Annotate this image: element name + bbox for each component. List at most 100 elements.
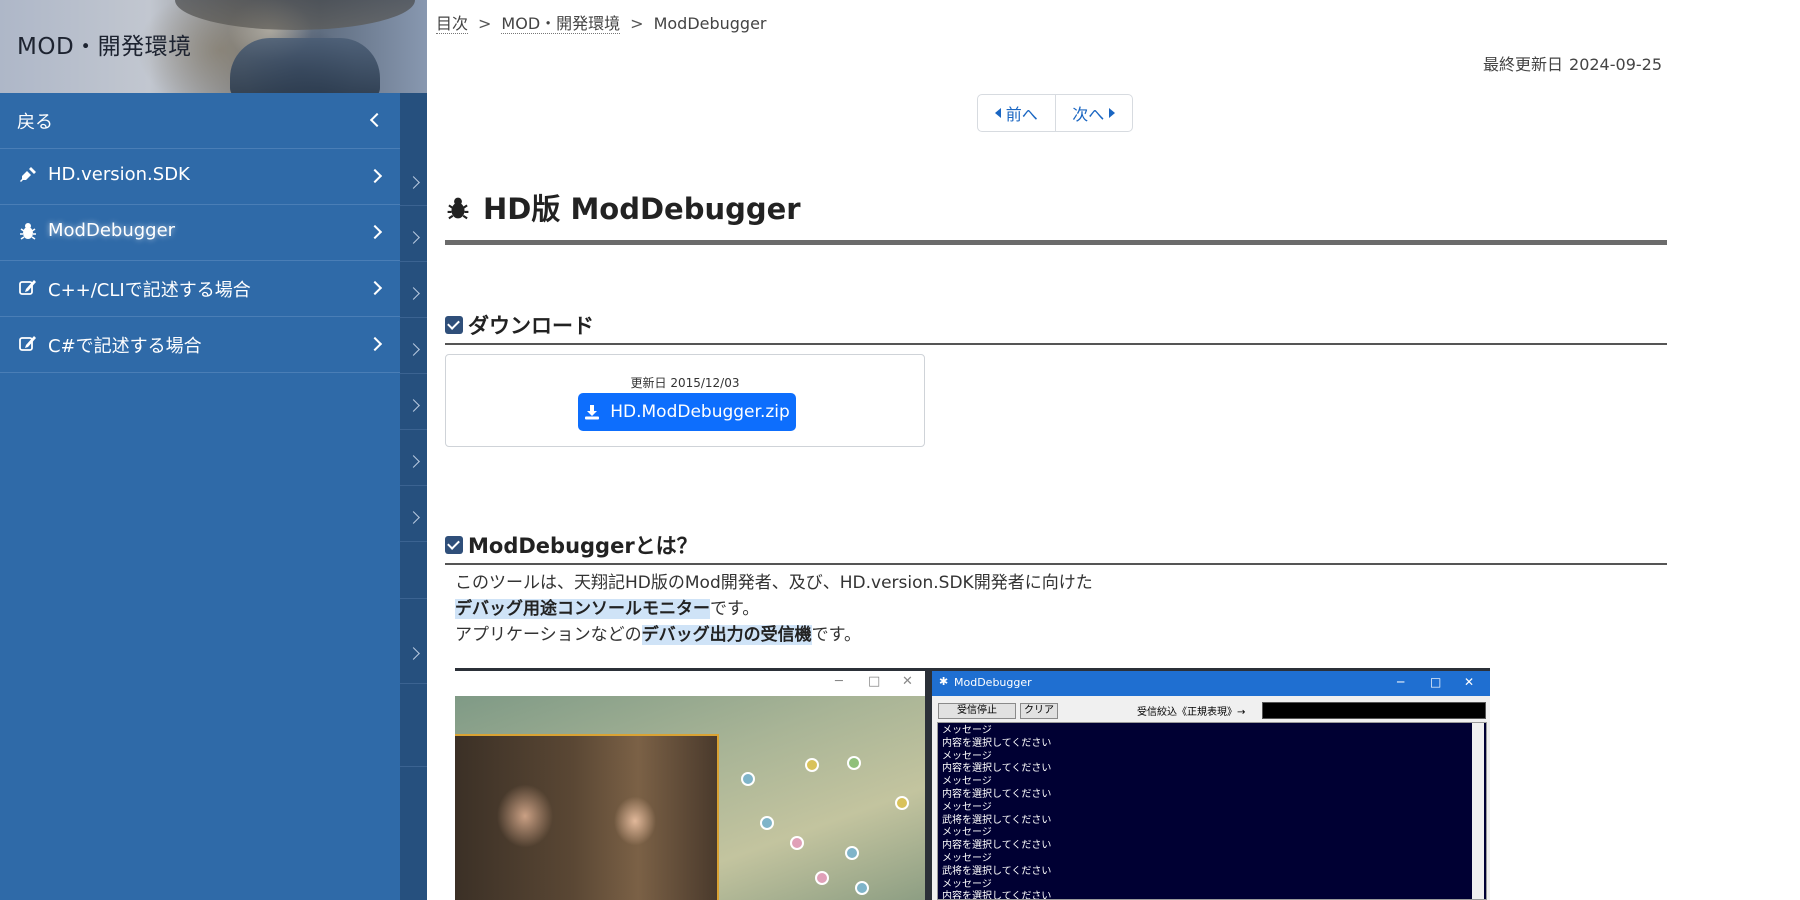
rail-divider	[400, 373, 427, 374]
map-node	[815, 871, 829, 885]
debug-console-output: メッセージ 内容を選択してください メッセージ 内容を選択してください メッセージ 内容を…	[937, 722, 1487, 900]
console-line: 内容を選択してください	[942, 763, 1052, 775]
download-panel: 更新日 2015/12/03 HD.ModDebugger.zip	[445, 354, 925, 447]
sidebar-item-moddebugger[interactable]: ModDebugger	[0, 205, 400, 261]
site-title[interactable]: MOD・開発環境	[17, 27, 192, 61]
sidebar: MOD・開発環境 戻る HD.version.SDK ModDebugger C…	[0, 0, 427, 900]
console-line: メッセージ	[942, 750, 992, 762]
game-window-image: ─ □ ✕	[455, 671, 925, 900]
clear-button: クリア	[1020, 703, 1058, 719]
console-line: 内容を選択してください	[942, 891, 1052, 900]
chevron-right-icon	[367, 168, 383, 184]
debugger-window-image: ✱ ModDebugger ─ □ ✕ 受信停止 クリア 受信絞込《正規表現》→…	[932, 671, 1490, 900]
sidebar-item-cpp-cli[interactable]: C++/CLIで記述する場合	[0, 261, 400, 317]
console-line: メッセージ	[942, 776, 992, 788]
maximize-icon: □	[868, 674, 881, 689]
rail-divider	[400, 766, 427, 767]
debugger-window-title: ModDebugger	[954, 676, 1032, 689]
prev-page-button[interactable]: 前へ	[978, 95, 1055, 131]
intro-text: アプリケーションなどの	[455, 625, 642, 645]
chevron-right-icon[interactable]	[407, 511, 420, 524]
edit-icon	[17, 277, 39, 299]
breadcrumb-current: ModDebugger	[653, 14, 767, 33]
breadcrumb-separator: >	[478, 14, 492, 33]
map-node	[845, 846, 859, 860]
rail-divider	[400, 485, 427, 486]
rail-divider	[400, 429, 427, 430]
console-line: メッセージ	[942, 725, 992, 736]
sidebar-item-hd-version-sdk[interactable]: HD.version.SDK	[0, 149, 400, 205]
page-title: HD版 ModDebugger	[445, 186, 1667, 245]
breadcrumb-link-toc[interactable]: 目次	[436, 14, 469, 34]
rail-divider	[400, 598, 427, 599]
download-button[interactable]: HD.ModDebugger.zip	[578, 393, 796, 431]
breadcrumb: 目次 > MOD・開発環境 > ModDebugger	[436, 10, 767, 34]
main-content: 目次 > MOD・開発環境 > ModDebugger 最終更新日 2024-09-25 …	[427, 0, 1800, 900]
console-scrollbar	[1472, 723, 1484, 899]
console-line: 内容を選択してください	[942, 840, 1052, 852]
bug-icon	[17, 221, 39, 243]
map-node	[760, 816, 774, 830]
map-node	[847, 756, 861, 770]
chevron-right-icon	[367, 336, 383, 352]
stop-receive-button: 受信停止	[938, 703, 1016, 719]
chevron-right-icon[interactable]	[407, 647, 420, 660]
section-heading-about: ModDebuggerとは？	[445, 530, 1667, 565]
map-node	[741, 772, 755, 786]
checkbox-icon	[445, 536, 463, 554]
filter-input	[1262, 702, 1486, 719]
caret-left-icon	[994, 108, 1001, 118]
console-line: 内容を選択してください	[942, 737, 1052, 749]
next-page-button[interactable]: 次へ	[1054, 95, 1133, 131]
intro-line-3: アプリケーションなどのデバッグ出力の受信機です。	[455, 622, 1093, 648]
chevron-right-icon[interactable]	[407, 343, 420, 356]
download-updated-date: 更新日 2015/12/03	[630, 376, 740, 390]
next-page-label: 次へ	[1072, 105, 1105, 124]
bug-icon: ✱	[939, 675, 949, 688]
chevron-right-icon[interactable]	[407, 176, 420, 189]
console-line: メッセージ	[942, 801, 992, 813]
console-lines: メッセージ 内容を選択してください メッセージ 内容を選択してください メッセージ 内容を…	[942, 725, 1052, 900]
sidebar-item-csharp[interactable]: C#で記述する場合	[0, 317, 400, 373]
chevron-right-icon[interactable]	[407, 287, 420, 300]
console-line: メッセージ	[942, 827, 992, 839]
chevron-left-icon	[369, 112, 385, 128]
close-icon: ✕	[1464, 675, 1475, 689]
minimize-icon: ─	[835, 674, 843, 689]
caret-right-icon	[1109, 108, 1116, 118]
section-heading-text: ダウンロード	[468, 314, 594, 338]
breadcrumb-link-mod[interactable]: MOD・開発環境	[501, 14, 621, 34]
plug-icon	[17, 165, 39, 187]
intro-text: です。	[811, 625, 861, 645]
filter-label: 受信絞込《正規表現》→	[1137, 707, 1246, 718]
close-icon: ✕	[902, 674, 913, 689]
highlight-text: デバッグ用途コンソールモニター	[455, 599, 710, 619]
intro-line-2: デバッグ用途コンソールモニターです。	[455, 596, 1093, 622]
edit-icon	[17, 333, 39, 355]
page-title-text: HD版 ModDebugger	[483, 192, 801, 226]
chevron-right-icon[interactable]	[407, 231, 420, 244]
section-heading-text: ModDebuggerとは？	[468, 534, 698, 558]
sidebar-back-button[interactable]: 戻る	[0, 93, 400, 149]
prev-page-label: 前へ	[1005, 105, 1038, 124]
console-line: 内容を選択してください	[942, 788, 1052, 800]
intro-text: です。	[710, 599, 760, 619]
banner-helmet-image	[175, 0, 415, 30]
rail-divider	[400, 541, 427, 542]
chevron-right-icon[interactable]	[407, 399, 420, 412]
chevron-right-icon	[367, 280, 383, 296]
breadcrumb-separator: >	[630, 14, 644, 33]
download-button-label: HD.ModDebugger.zip	[610, 402, 790, 422]
game-map-view	[455, 696, 925, 900]
sidebar-item-label: C#で記述する場合	[48, 336, 202, 357]
intro-paragraph: このツールは、天翔記HD版のMod開発者、及び、HD.version.SDK開発…	[455, 570, 1093, 648]
debugger-titlebar: ✱ ModDebugger ─ □ ✕	[932, 671, 1490, 696]
chevron-right-icon[interactable]	[407, 455, 420, 468]
download-icon	[584, 404, 600, 420]
banner-mask-image	[230, 38, 380, 93]
rail-divider	[400, 317, 427, 318]
last-updated: 最終更新日 2024-09-25	[1483, 51, 1662, 75]
screenshot-figure: ─ □ ✕ ✱ ModDebugger ─ □ ✕ 受信停止 クリア 受信絞込《…	[455, 668, 1490, 900]
console-line: 武将を選択してください	[942, 814, 1052, 826]
section-heading-download: ダウンロード	[445, 310, 1667, 345]
